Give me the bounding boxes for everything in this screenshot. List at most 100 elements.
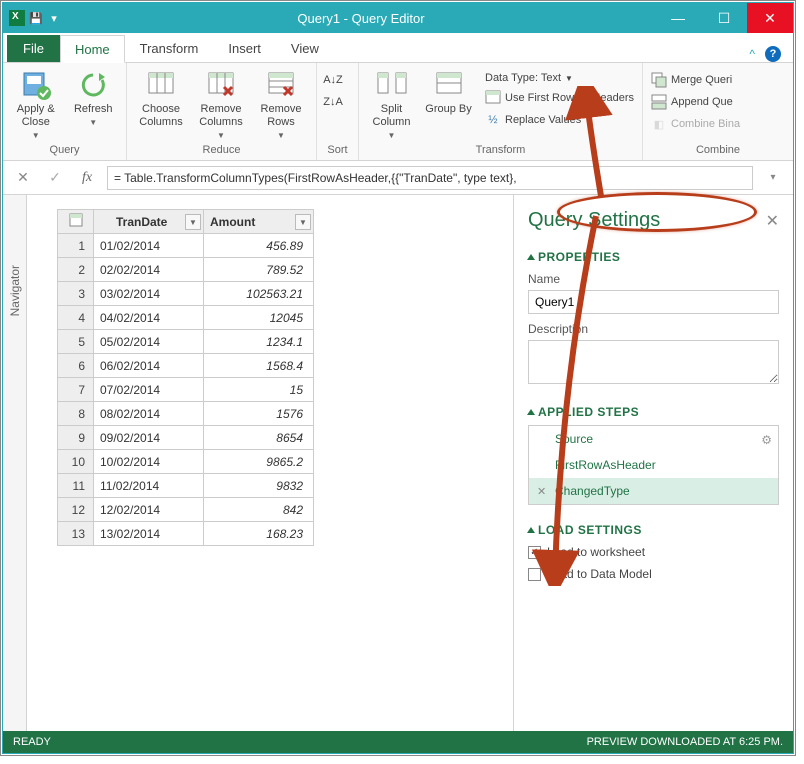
sort-desc-button[interactable]: Z↓A	[323, 93, 343, 111]
gear-icon[interactable]: ⚙	[761, 431, 772, 449]
ribbon: Apply & Close ▼ Refresh ▼ Query Choose C…	[3, 63, 793, 161]
fx-icon[interactable]: fx	[75, 166, 99, 190]
choose-columns-button[interactable]: Choose Columns	[133, 65, 189, 129]
cell-amount[interactable]: 1576	[204, 402, 314, 426]
table-row[interactable]: 6 06/02/2014 1568.4	[58, 354, 314, 378]
group-by-button[interactable]: Group By	[422, 65, 475, 116]
tab-insert[interactable]: Insert	[213, 34, 276, 62]
table-row[interactable]: 9 09/02/2014 8654	[58, 426, 314, 450]
tab-home[interactable]: Home	[60, 35, 125, 63]
grid-corner[interactable]	[58, 210, 94, 234]
column-header-amount[interactable]: Amount ▼	[204, 210, 314, 234]
navigator-tab[interactable]: Navigator	[3, 195, 27, 731]
cell-amount[interactable]: 1234.1	[204, 330, 314, 354]
cell-amount[interactable]: 9832	[204, 474, 314, 498]
table-row[interactable]: 1 01/02/2014 456.89	[58, 234, 314, 258]
apply-close-button[interactable]: Apply & Close ▼	[9, 65, 63, 140]
cell-trandate[interactable]: 03/02/2014	[94, 282, 204, 306]
status-left: READY	[13, 736, 51, 748]
table-row[interactable]: 10 10/02/2014 9865.2	[58, 450, 314, 474]
split-column-button[interactable]: Split Column ▼	[365, 65, 418, 140]
tab-file[interactable]: File	[7, 35, 60, 62]
cell-amount[interactable]: 15	[204, 378, 314, 402]
row-number: 10	[58, 450, 94, 474]
settings-close-button[interactable]: ✕	[766, 211, 779, 231]
cell-trandate[interactable]: 05/02/2014	[94, 330, 204, 354]
cell-trandate[interactable]: 06/02/2014	[94, 354, 204, 378]
data-type-dropdown[interactable]: Data Type: Text ▼	[483, 71, 636, 85]
delete-step-icon[interactable]: ✕	[537, 483, 546, 501]
row-number: 2	[58, 258, 94, 282]
applied-steps-heading[interactable]: APPLIED STEPS	[528, 405, 779, 419]
row-number: 8	[58, 402, 94, 426]
cell-trandate[interactable]: 13/02/2014	[94, 522, 204, 546]
cell-amount[interactable]: 842	[204, 498, 314, 522]
query-description-input[interactable]	[528, 340, 779, 384]
tab-view[interactable]: View	[276, 34, 334, 62]
column-header-trandate[interactable]: TranDate ▼	[94, 210, 204, 234]
cell-amount[interactable]: 789.52	[204, 258, 314, 282]
sort-asc-button[interactable]: A↓Z	[323, 71, 343, 89]
row-number: 6	[58, 354, 94, 378]
properties-heading[interactable]: PROPERTIES	[528, 250, 779, 264]
merge-queries-button[interactable]: Merge Queri	[649, 71, 742, 89]
query-name-input[interactable]	[528, 290, 779, 314]
filter-dropdown-icon[interactable]: ▼	[295, 214, 311, 230]
cell-trandate[interactable]: 10/02/2014	[94, 450, 204, 474]
table-row[interactable]: 12 12/02/2014 842	[58, 498, 314, 522]
table-row[interactable]: 5 05/02/2014 1234.1	[58, 330, 314, 354]
cell-trandate[interactable]: 09/02/2014	[94, 426, 204, 450]
titlebar: 💾 ▾ Query1 - Query Editor — ☐ ✕	[3, 3, 793, 33]
qat-dropdown-icon[interactable]: ▾	[47, 11, 61, 25]
caret-icon	[527, 254, 535, 260]
save-icon[interactable]: 💾	[29, 11, 43, 25]
cell-trandate[interactable]: 04/02/2014	[94, 306, 204, 330]
applied-step[interactable]: Source⚙	[529, 426, 778, 452]
minimize-button[interactable]: —	[655, 3, 701, 33]
formula-cancel-button[interactable]: ✕	[11, 166, 35, 190]
first-row-headers-button[interactable]: Use First Row As Headers	[483, 89, 636, 107]
maximize-button[interactable]: ☐	[701, 3, 747, 33]
cell-trandate[interactable]: 07/02/2014	[94, 378, 204, 402]
table-row[interactable]: 2 02/02/2014 789.52	[58, 258, 314, 282]
table-row[interactable]: 3 03/02/2014 102563.21	[58, 282, 314, 306]
replace-values-button[interactable]: ½Replace Values	[483, 111, 636, 129]
table-row[interactable]: 11 11/02/2014 9832	[58, 474, 314, 498]
status-right: PREVIEW DOWNLOADED AT 6:25 PM.	[587, 736, 783, 748]
cell-trandate[interactable]: 08/02/2014	[94, 402, 204, 426]
cell-amount[interactable]: 12045	[204, 306, 314, 330]
applied-step[interactable]: ✕ChangedType	[529, 478, 778, 504]
filter-dropdown-icon[interactable]: ▼	[185, 214, 201, 230]
remove-columns-button[interactable]: Remove Columns ▼	[193, 65, 249, 140]
cell-trandate[interactable]: 12/02/2014	[94, 498, 204, 522]
data-grid[interactable]: TranDate ▼ Amount ▼ 1 01/02/2014 456.892…	[27, 195, 513, 731]
formula-input[interactable]: = Table.TransformColumnTypes(FirstRowAsH…	[107, 166, 753, 190]
formula-expand-button[interactable]: ▾	[761, 166, 785, 190]
help-icon[interactable]: ?	[765, 46, 781, 62]
cell-amount[interactable]: 1568.4	[204, 354, 314, 378]
append-queries-button[interactable]: Append Que	[649, 93, 742, 111]
collapse-ribbon-icon[interactable]: ^	[749, 47, 755, 61]
cell-trandate[interactable]: 02/02/2014	[94, 258, 204, 282]
load-settings-heading[interactable]: LOAD SETTINGS	[528, 523, 779, 537]
table-row[interactable]: 4 04/02/2014 12045	[58, 306, 314, 330]
cell-trandate[interactable]: 01/02/2014	[94, 234, 204, 258]
load-datamodel-checkbox[interactable]: Load to Data Model	[528, 567, 779, 581]
tab-transform[interactable]: Transform	[125, 34, 214, 62]
load-worksheet-checkbox[interactable]: ✓ Load to worksheet	[528, 545, 779, 559]
cell-amount[interactable]: 456.89	[204, 234, 314, 258]
close-button[interactable]: ✕	[747, 3, 793, 33]
cell-amount[interactable]: 168.23	[204, 522, 314, 546]
cell-amount[interactable]: 9865.2	[204, 450, 314, 474]
refresh-button[interactable]: Refresh ▼	[67, 65, 121, 127]
status-bar: READY PREVIEW DOWNLOADED AT 6:25 PM.	[3, 731, 793, 753]
table-row[interactable]: 13 13/02/2014 168.23	[58, 522, 314, 546]
cell-trandate[interactable]: 11/02/2014	[94, 474, 204, 498]
formula-accept-button[interactable]: ✓	[43, 166, 67, 190]
remove-rows-button[interactable]: Remove Rows ▼	[253, 65, 309, 140]
cell-amount[interactable]: 8654	[204, 426, 314, 450]
table-row[interactable]: 7 07/02/2014 15	[58, 378, 314, 402]
cell-amount[interactable]: 102563.21	[204, 282, 314, 306]
table-row[interactable]: 8 08/02/2014 1576	[58, 402, 314, 426]
applied-step[interactable]: FirstRowAsHeader	[529, 452, 778, 478]
